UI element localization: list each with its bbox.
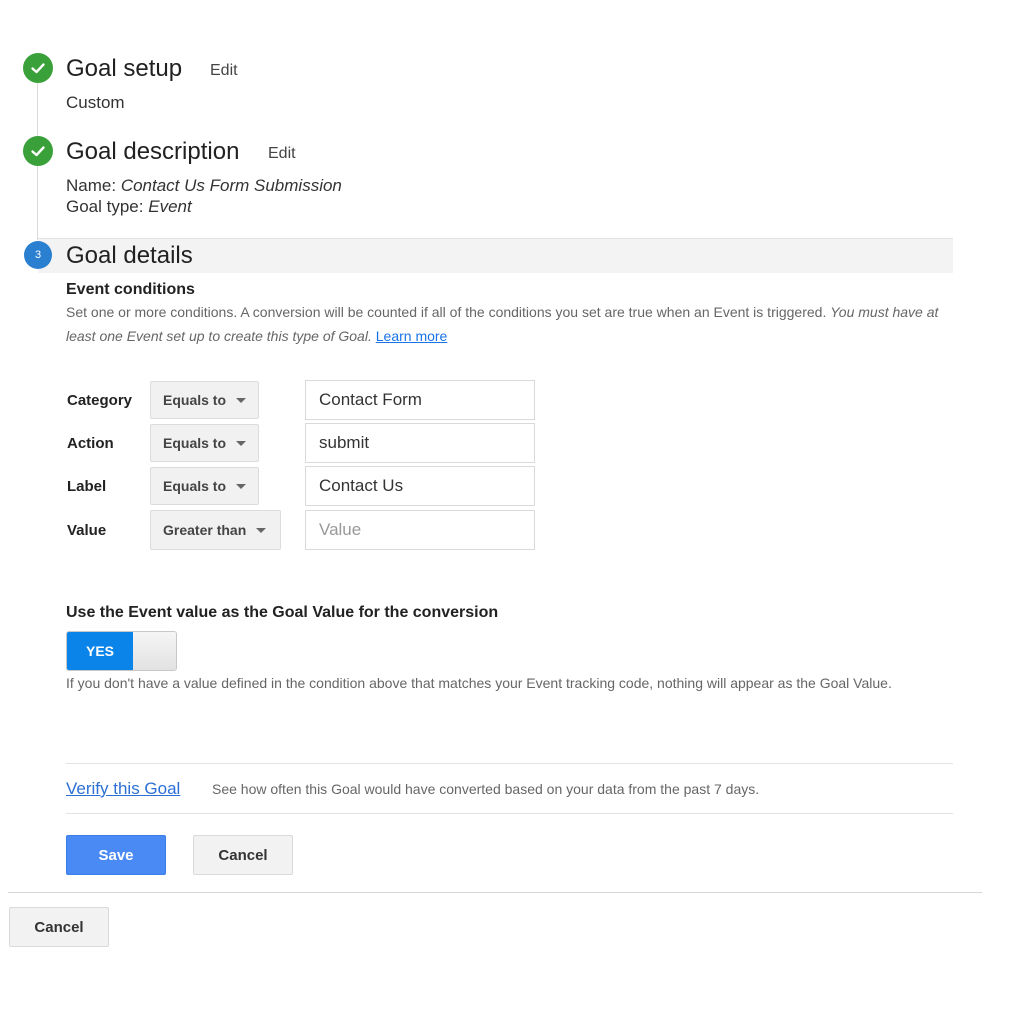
dropdown-caret-icon [256, 527, 267, 533]
dropdown-caret-icon [236, 440, 247, 446]
dropdown-caret-icon [236, 397, 247, 403]
dropdown-caret-icon [236, 483, 247, 489]
step-title-goal-setup: Goal setup [66, 55, 183, 82]
value-value-input[interactable] [305, 510, 535, 550]
verify-goal-description: See how often this Goal would have conve… [212, 781, 760, 797]
divider [66, 813, 953, 814]
use-event-value-toggle[interactable]: YES [66, 631, 177, 671]
save-button[interactable]: Save [66, 835, 166, 875]
action-value-input[interactable] [305, 423, 535, 463]
goal-name-label: Name: [66, 176, 117, 195]
condition-label-action: Action [67, 435, 114, 452]
toggle-yes-label: YES [67, 632, 133, 670]
check-icon [23, 136, 53, 166]
value-operator-select[interactable]: Greater than [150, 510, 281, 550]
divider [66, 763, 953, 764]
category-operator-select[interactable]: Equals to [150, 381, 259, 419]
goal-type-value: Event [148, 197, 192, 216]
goal-value-help: If you don't have a value defined in the… [66, 675, 892, 691]
cancel-button[interactable]: Cancel [193, 835, 293, 875]
condition-label-value: Value [67, 522, 107, 539]
goal-value-heading: Use the Event value as the Goal Value fo… [66, 604, 499, 621]
step-title-goal-description: Goal description [66, 138, 240, 165]
label-operator-select[interactable]: Equals to [150, 467, 259, 505]
learn-more-link[interactable]: Learn more [376, 328, 448, 344]
event-conditions-description: Set one or more conditions. A conversion… [66, 304, 939, 344]
event-conditions-heading: Event conditions [66, 281, 195, 298]
goal-name-value: Contact Us Form Submission [120, 176, 342, 195]
divider [8, 892, 982, 893]
goal-type-line: Goal type: Event [66, 197, 192, 217]
step-number-badge: 3 [24, 241, 52, 269]
footer-cancel-button[interactable]: Cancel [9, 907, 109, 947]
edit-goal-description-link[interactable]: Edit [268, 145, 296, 163]
category-value-input[interactable] [305, 380, 535, 420]
edit-goal-setup-link[interactable]: Edit [210, 62, 238, 80]
label-value-input[interactable] [305, 466, 535, 506]
condition-label-label: Label [67, 478, 107, 495]
goal-setup-summary: Custom [66, 93, 125, 112]
step-title-goal-details: Goal details [66, 242, 193, 269]
check-icon [23, 53, 53, 83]
verify-goal-link[interactable]: Verify this Goal [66, 779, 180, 799]
toggle-knob [133, 632, 176, 670]
condition-label-category: Category [67, 392, 133, 409]
goal-type-label: Goal type: [66, 197, 144, 216]
action-operator-select[interactable]: Equals to [150, 424, 259, 462]
goal-name-line: Name: Contact Us Form Submission [66, 176, 342, 196]
